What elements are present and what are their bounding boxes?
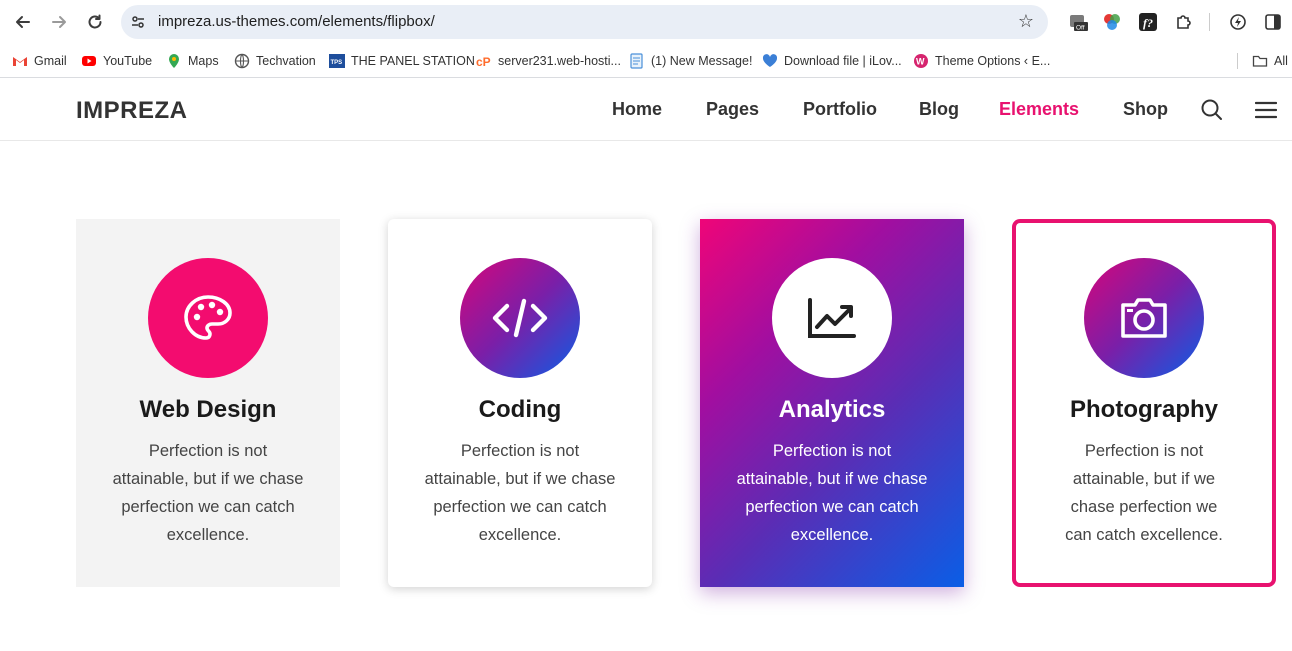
card-description: Perfection is not attainable, but if we … [736, 442, 928, 544]
font-extension-icon[interactable]: f? [1138, 12, 1158, 32]
site-header: IMPREZA Home Pages Portfolio Blog Elemen… [0, 79, 1292, 141]
extension-off-icon[interactable]: Off [1068, 12, 1088, 32]
flipbox-coding[interactable]: Coding Perfection is not attainable, but… [388, 219, 652, 587]
card-title: Web Design [139, 396, 277, 423]
svg-text:cP: cP [476, 55, 491, 69]
bookmark-techvation[interactable]: Techvation [234, 52, 316, 70]
bookmark-label: Maps [188, 54, 219, 68]
svg-text:Off: Off [1076, 25, 1085, 32]
performance-icon[interactable] [1228, 12, 1248, 32]
palette-icon [148, 258, 268, 378]
theme-options-icon: W [913, 53, 929, 69]
nav-pages[interactable]: Pages [706, 99, 759, 120]
heart-icon [762, 53, 778, 69]
svg-text:W: W [916, 57, 925, 67]
bookmark-star-icon[interactable]: ☆ [1018, 11, 1034, 32]
card-title: Coding [478, 396, 562, 423]
flipbox-analytics[interactable]: Analytics Perfection is not attainable, … [700, 219, 964, 587]
extensions-puzzle-icon[interactable] [1174, 12, 1194, 32]
maps-icon [166, 53, 182, 69]
bookmark-panel-station[interactable]: TPS THE PANEL STATION [329, 52, 475, 70]
reload-icon[interactable] [83, 10, 107, 34]
bookmark-server[interactable]: cP server231.web-hosti... [476, 52, 621, 70]
gmail-icon [12, 53, 28, 69]
nav-blog[interactable]: Blog [919, 99, 959, 120]
site-logo[interactable]: IMPREZA [76, 97, 188, 125]
camera-icon [1084, 258, 1204, 378]
card-title: Photography [1070, 396, 1218, 423]
svg-text:f?: f? [1143, 16, 1153, 30]
flipbox-web-design[interactable]: Web Design Perfection is not attainable,… [76, 219, 340, 587]
bookmark-label: All [1274, 54, 1288, 68]
browser-toolbar: impreza.us-themes.com/elements/flipbox/ … [0, 0, 1292, 44]
globe-icon [234, 53, 250, 69]
site-settings-icon[interactable] [130, 14, 146, 30]
bookmark-label: Gmail [34, 54, 67, 68]
folder-icon [1252, 53, 1268, 69]
message-icon [629, 53, 645, 69]
bookmark-label: server231.web-hosti... [498, 54, 621, 68]
toolbar-divider [1209, 13, 1210, 31]
bookmark-label: (1) New Message! [651, 54, 753, 68]
bookmark-label: Techvation [256, 54, 316, 68]
bookmark-label: Theme Options ‹ E... [935, 54, 1051, 68]
bookmarks-divider [1237, 53, 1238, 69]
card-description: Perfection is not attainable, but if we … [424, 442, 616, 544]
svg-text:TPS: TPS [331, 60, 343, 66]
color-picker-extension-icon[interactable] [1102, 12, 1122, 32]
nav-portfolio[interactable]: Portfolio [803, 99, 877, 120]
bookmark-label: THE PANEL STATION [351, 54, 475, 68]
tps-icon: TPS [329, 53, 345, 69]
nav-elements[interactable]: Elements [999, 99, 1079, 120]
flipbox-photography[interactable]: Photography Perfection is not attainable… [1012, 219, 1276, 587]
cpanel-icon: cP [476, 53, 492, 69]
bookmark-all[interactable]: All [1252, 52, 1288, 70]
bookmarks-bar: Gmail YouTube Maps Techvation TPS THE PA… [0, 44, 1292, 78]
bookmark-label: YouTube [103, 54, 153, 68]
forward-icon[interactable] [47, 10, 71, 34]
bookmark-label: Download file | iLov... [784, 54, 902, 68]
bookmark-new-message[interactable]: (1) New Message! [629, 52, 752, 70]
code-icon [460, 258, 580, 378]
nav-home[interactable]: Home [612, 99, 662, 120]
bookmark-youtube[interactable]: YouTube [81, 52, 152, 70]
url-text[interactable]: impreza.us-themes.com/elements/flipbox/ [158, 13, 435, 30]
hamburger-menu-icon[interactable] [1254, 99, 1278, 121]
back-icon[interactable] [11, 10, 35, 34]
bookmark-gmail[interactable]: Gmail [12, 52, 67, 70]
youtube-icon [81, 53, 97, 69]
search-icon[interactable] [1200, 98, 1224, 122]
bookmark-theme-options[interactable]: W Theme Options ‹ E... [913, 52, 1050, 70]
chart-line-icon [772, 258, 892, 378]
card-description: Perfection is not attainable, but if we … [1065, 442, 1223, 544]
bookmark-maps[interactable]: Maps [166, 52, 219, 70]
side-panel-icon[interactable] [1263, 12, 1283, 32]
address-bar[interactable]: impreza.us-themes.com/elements/flipbox/ … [121, 5, 1048, 39]
card-description: Perfection is not attainable, but if we … [112, 442, 304, 544]
bookmark-download-file[interactable]: Download file | iLov... [762, 52, 902, 70]
nav-shop[interactable]: Shop [1123, 99, 1168, 120]
card-title: Analytics [778, 396, 886, 423]
